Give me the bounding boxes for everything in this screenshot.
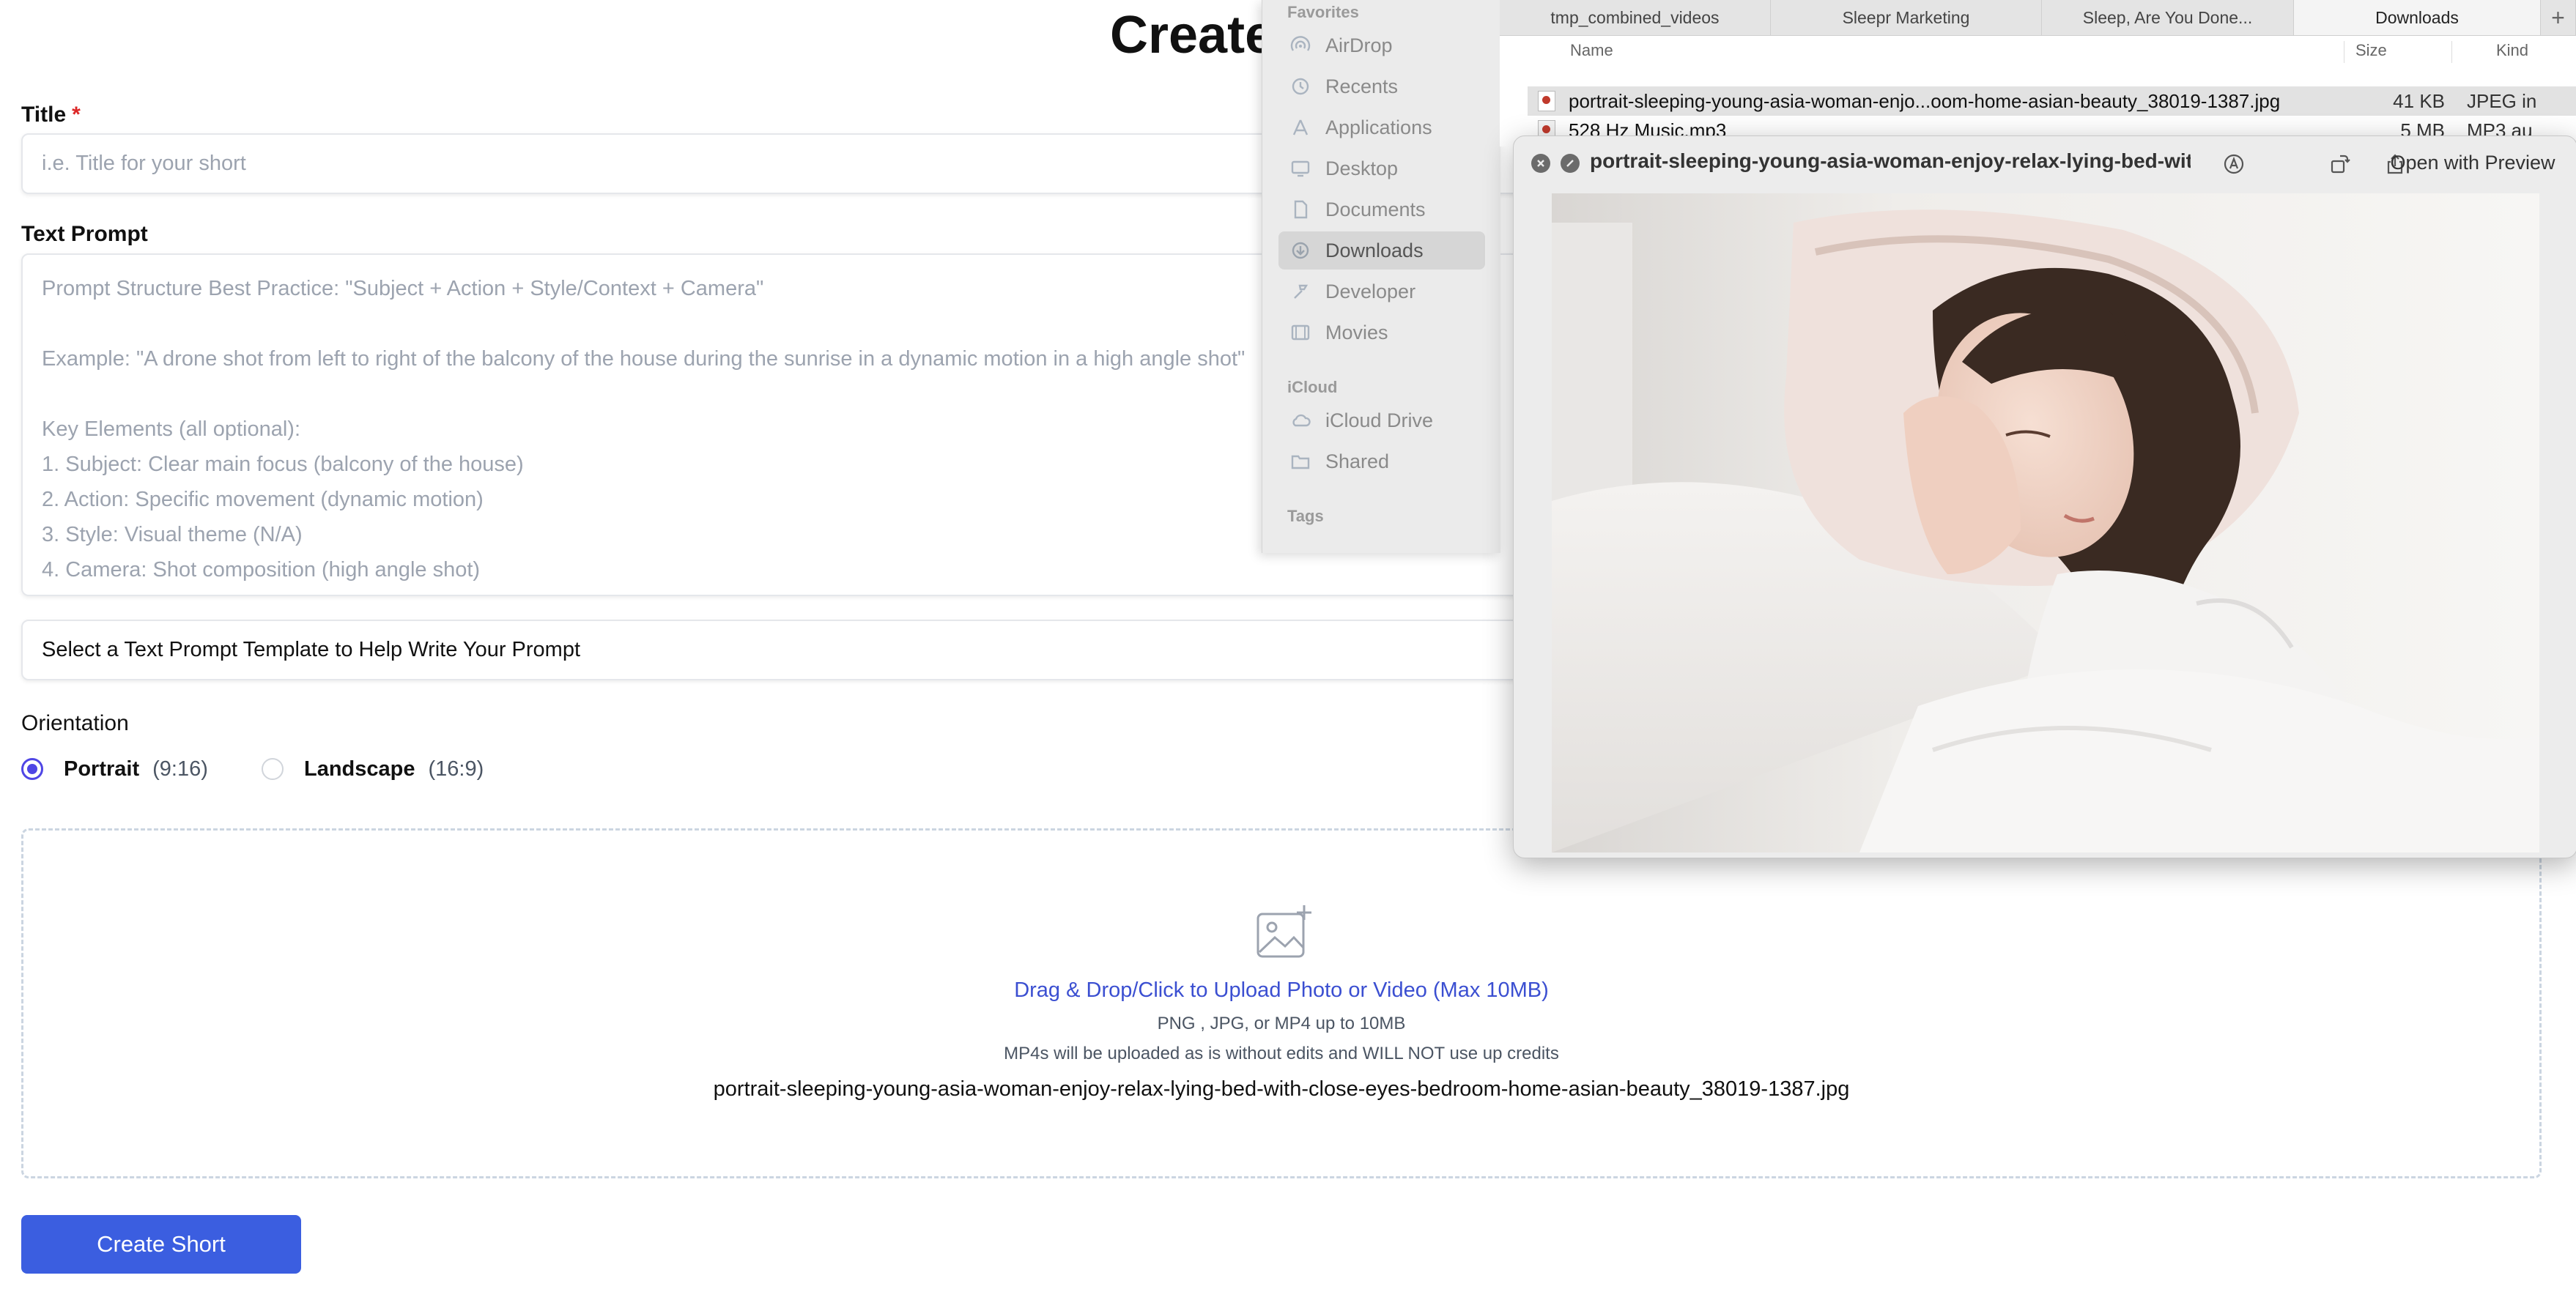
file-row[interactable]: portrait-sleeping-young-asia-woman-enjo.… <box>1528 86 2576 116</box>
column-size-header[interactable]: Size <box>2355 41 2387 60</box>
tab-downloads[interactable]: Downloads <box>2294 0 2541 35</box>
title-label-text: Title <box>21 103 67 127</box>
quicklook-toolbar: portrait-sleeping-young-asia-woman-enjoy… <box>1514 136 2576 189</box>
sidebar-item-shared[interactable]: Shared <box>1278 442 1485 480</box>
sidebar-item-label: Shared <box>1325 450 1390 472</box>
upload-dropzone[interactable] <box>21 828 2542 1178</box>
new-tab-plus-icon[interactable]: + <box>2541 0 2576 35</box>
finder-file-list: tmp_combined_videos Sleepr Marketing Sle… <box>1500 0 2576 146</box>
hammer-icon <box>1290 282 1311 301</box>
airdrop-icon <box>1290 36 1311 55</box>
rotate-icon[interactable] <box>2325 149 2354 179</box>
uploaded-filename: portrait-sleeping-young-asia-woman-enjoy… <box>713 1077 1850 1101</box>
sidebar-item-developer[interactable]: Developer <box>1278 272 1485 311</box>
upload-formats-text: PNG , JPG, or MP4 up to 10MB <box>1157 1014 1406 1033</box>
column-divider <box>2451 41 2452 63</box>
sidebar-item-icloud-drive[interactable]: iCloud Drive <box>1278 401 1485 439</box>
download-icon <box>1290 241 1311 260</box>
sidebar-item-desktop[interactable]: Desktop <box>1278 149 1485 187</box>
orientation-portrait-option[interactable]: Portrait (9:16) <box>21 753 208 785</box>
sidebar-item-label: Developer <box>1325 280 1416 302</box>
orientation-landscape-option[interactable]: Landscape (16:9) <box>262 753 484 785</box>
tab-sleepr-marketing[interactable]: Sleepr Marketing <box>1771 0 2042 35</box>
portrait-radio[interactable] <box>21 758 43 780</box>
sidebar-item-label: Movies <box>1325 321 1388 343</box>
open-with-preview-button[interactable]: Open with Preview <box>2379 146 2566 179</box>
favorites-header: Favorites <box>1287 3 1359 21</box>
finder-sidebar: Favorites AirDrop Recents Applications D… <box>1262 0 1500 553</box>
quicklook-window: portrait-sleeping-young-asia-woman-enjoy… <box>1513 135 2576 858</box>
film-icon <box>1290 323 1311 342</box>
upload-cta-link[interactable]: Drag & Drop/Click to Upload Photo or Vid… <box>0 978 2563 1003</box>
document-icon <box>1290 200 1311 219</box>
applications-icon <box>1290 118 1311 137</box>
sidebar-item-label: iCloud Drive <box>1325 409 1434 431</box>
landscape-ratio: (16:9) <box>428 757 484 781</box>
page-title: Create <box>1110 6 1275 64</box>
title-label: Title * <box>21 103 81 127</box>
file-size: 41 KB <box>2393 89 2445 112</box>
tags-header: Tags <box>1287 507 1324 525</box>
sidebar-item-label: Applications <box>1325 116 1432 138</box>
shared-folder-icon <box>1290 452 1311 471</box>
sidebar-item-label: Recents <box>1325 75 1399 97</box>
sidebar-item-label: Desktop <box>1325 157 1399 179</box>
sidebar-item-label: Documents <box>1325 198 1426 220</box>
column-name-header[interactable]: Name <box>1570 41 1613 60</box>
required-mark: * <box>72 103 81 127</box>
column-kind-header[interactable]: Kind <box>2496 41 2528 60</box>
sidebar-item-recents[interactable]: Recents <box>1278 67 1485 105</box>
clock-icon <box>1290 77 1311 96</box>
finder-tab-bar: tmp_combined_videos Sleepr Marketing Sle… <box>1500 0 2576 36</box>
tab-sleep-are-you-done[interactable]: Sleep, Are You Done... <box>2042 0 2294 35</box>
file-kind: JPEG in <box>2467 89 2537 112</box>
desktop-icon <box>1290 159 1311 178</box>
sidebar-item-applications[interactable]: Applications <box>1278 108 1485 146</box>
text-prompt-label: Text Prompt <box>21 222 148 246</box>
portrait-label: Portrait <box>64 757 140 781</box>
sidebar-item-label: Downloads <box>1325 239 1424 261</box>
create-short-button[interactable]: Create Short <box>21 1215 301 1274</box>
close-icon[interactable] <box>1531 154 1550 173</box>
jpeg-file-icon <box>1538 91 1555 111</box>
sidebar-item-label: AirDrop <box>1325 34 1393 56</box>
quicklook-title: portrait-sleeping-young-asia-woman-enjoy… <box>1590 149 2191 172</box>
sidebar-item-movies[interactable]: Movies <box>1278 313 1485 352</box>
photo-preview <box>1552 193 2539 852</box>
sidebar-item-documents[interactable]: Documents <box>1278 190 1485 229</box>
landscape-label: Landscape <box>304 757 415 781</box>
fullscreen-icon[interactable] <box>1561 154 1580 173</box>
sidebar-item-downloads[interactable]: Downloads <box>1278 231 1485 270</box>
icloud-header: iCloud <box>1287 378 1338 396</box>
file-name: portrait-sleeping-young-asia-woman-enjo.… <box>1569 89 2281 112</box>
markup-icon[interactable] <box>2219 149 2249 179</box>
image-upload-icon <box>1256 905 1311 958</box>
upload-note-text: MP4s will be uploaded as is without edit… <box>1004 1044 1559 1063</box>
cloud-icon <box>1290 411 1311 430</box>
sidebar-item-airdrop[interactable]: AirDrop <box>1278 26 1485 64</box>
orientation-label: Orientation <box>21 711 129 735</box>
landscape-radio[interactable] <box>262 758 284 780</box>
tab-tmp-combined-videos[interactable]: tmp_combined_videos <box>1500 0 1771 35</box>
portrait-ratio: (9:16) <box>152 757 208 781</box>
